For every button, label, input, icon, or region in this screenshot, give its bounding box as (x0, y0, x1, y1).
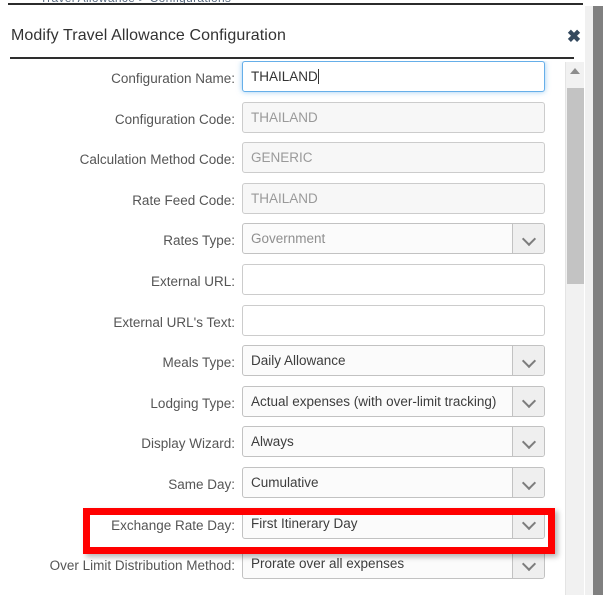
chevron-glyph (521, 231, 536, 246)
dialog-title: Modify Travel Allowance Configuration (11, 27, 286, 44)
select-rates-type: Government (242, 223, 545, 255)
chevron-down-icon[interactable] (512, 427, 544, 457)
form-row-external-url-text: External URL's Text: (0, 304, 566, 346)
input-value-rate-feed-code: THAILAND (251, 190, 318, 206)
triangle-up-icon (570, 68, 580, 74)
select-value-same-day: Cumulative (251, 475, 319, 490)
chevron-down-icon[interactable] (512, 549, 544, 579)
chevron-down-icon[interactable] (512, 224, 544, 254)
select-meals-type[interactable]: Daily Allowance (242, 345, 545, 377)
input-external-url[interactable] (242, 264, 545, 295)
input-configuration-code: THAILAND (242, 101, 545, 133)
label-calculation-method-code: Calculation Method Code: (79, 152, 235, 168)
control-configuration-code: THAILAND (242, 101, 545, 133)
select-over-limit-distribution-method[interactable]: Prorate over all expenses (242, 548, 545, 580)
input-rate-feed-code: THAILAND (242, 182, 545, 214)
select-value-exchange-rate-day: First Itinerary Day (251, 515, 358, 531)
label-same-day: Same Day: (168, 477, 235, 492)
control-external-url-text (242, 304, 545, 336)
label-external-url: External URL: (150, 274, 235, 289)
chevron-glyph (521, 556, 536, 571)
background-right-strip (593, 6, 603, 595)
label-configuration-name: Configuration Name: (111, 71, 235, 86)
input-value-configuration-name: THAILAND (251, 69, 318, 84)
input-value-calculation-method-code: GENERIC (251, 150, 313, 166)
dialog-header: Modify Travel Allowance Configuration ✖ (0, 6, 585, 54)
form-row-display-wizard: Display Wizard: Always (0, 426, 566, 467)
select-value-lodging-type: Actual expenses (with over-limit trackin… (251, 393, 497, 409)
label-exchange-rate-day: Exchange Rate Day: (111, 517, 235, 533)
form-row-configuration-code: Configuration Code: THAILAND (0, 101, 566, 143)
chevron-glyph (521, 434, 536, 449)
modify-travel-allowance-configuration-dialog: Modify Travel Allowance Configuration ✖ … (0, 6, 585, 595)
chevron-glyph (521, 353, 536, 368)
scrollbar-thumb[interactable] (567, 88, 584, 284)
screen: Travel Allowance > Configurations Modify… (0, 0, 603, 595)
chevron-glyph (521, 516, 536, 531)
chevron-down-icon[interactable] (512, 346, 544, 376)
form-row-calculation-method-code: Calculation Method Code: GENERIC (0, 142, 566, 183)
label-external-url-text: External URL's Text: (113, 314, 235, 330)
chevron-down-icon[interactable] (512, 468, 544, 497)
chevron-down-icon[interactable] (512, 508, 544, 538)
select-value-rates-type: Government (251, 231, 326, 247)
chevron-glyph (521, 394, 536, 409)
form-row-over-limit-distribution-method: Over Limit Distribution Method: Prorate o… (0, 548, 566, 589)
input-configuration-name[interactable]: THAILAND (242, 61, 545, 92)
control-rates-type: Government (242, 223, 545, 255)
control-exchange-rate-day: First Itinerary Day (242, 507, 545, 539)
label-lodging-type: Lodging Type: (150, 395, 235, 411)
form-row-same-day: Same Day: Cumulative (0, 467, 566, 508)
text-caret (317, 69, 319, 84)
select-exchange-rate-day[interactable]: First Itinerary Day (242, 507, 545, 539)
chevron-down-icon[interactable] (512, 386, 544, 416)
chevron-glyph (521, 475, 536, 490)
control-meals-type: Daily Allowance (242, 345, 545, 377)
scroll-up-arrow-icon[interactable] (566, 62, 584, 80)
control-configuration-name: THAILAND (242, 61, 545, 92)
label-meals-type: Meals Type: (162, 355, 235, 371)
control-lodging-type: Actual expenses (with over-limit trackin… (242, 385, 545, 417)
control-calculation-method-code: GENERIC (242, 142, 545, 174)
select-display-wizard[interactable]: Always (242, 426, 545, 458)
select-value-meals-type: Daily Allowance (251, 353, 346, 369)
label-rate-feed-code: Rate Feed Code: (132, 192, 235, 208)
control-same-day: Cumulative (242, 467, 545, 498)
form-row-exchange-rate-day: Exchange Rate Day: First Itinerary Day (0, 507, 566, 549)
close-icon[interactable]: ✖ (564, 27, 584, 47)
select-same-day[interactable]: Cumulative (242, 467, 545, 498)
select-lodging-type[interactable]: Actual expenses (with over-limit trackin… (242, 385, 545, 417)
input-external-url-text[interactable] (242, 304, 545, 336)
form-row-configuration-name: Configuration Name: THAILAND (0, 61, 566, 102)
control-external-url (242, 264, 545, 295)
label-rates-type: Rates Type: (163, 233, 235, 249)
control-over-limit-distribution-method: Prorate over all expenses (242, 548, 545, 580)
input-calculation-method-code: GENERIC (242, 142, 545, 174)
form-row-rates-type: Rates Type: Government (0, 223, 566, 264)
control-rate-feed-code: THAILAND (242, 182, 545, 214)
label-over-limit-distribution-method: Over Limit Distribution Method: (49, 558, 235, 574)
form-row-rate-feed-code: Rate Feed Code: THAILAND (0, 182, 566, 224)
form-row-external-url: External URL: (0, 264, 566, 305)
form-row-lodging-type: Lodging Type: Actual expenses (with over-… (0, 385, 566, 427)
dialog-body: Configuration Name: THAILAND Configuration… (0, 61, 585, 595)
label-configuration-code: Configuration Code: (114, 111, 235, 127)
header-divider (10, 57, 574, 59)
control-display-wizard: Always (242, 426, 545, 458)
form-row-meals-type: Meals Type: Daily Allowance (0, 345, 566, 386)
background-rule (8, 3, 583, 5)
input-value-configuration-code: THAILAND (251, 109, 318, 125)
label-display-wizard: Display Wizard: (141, 436, 235, 452)
vertical-scrollbar[interactable] (565, 62, 584, 595)
select-value-over-limit-distribution-method: Prorate over all expenses (251, 556, 405, 572)
select-value-display-wizard: Always (251, 434, 294, 450)
